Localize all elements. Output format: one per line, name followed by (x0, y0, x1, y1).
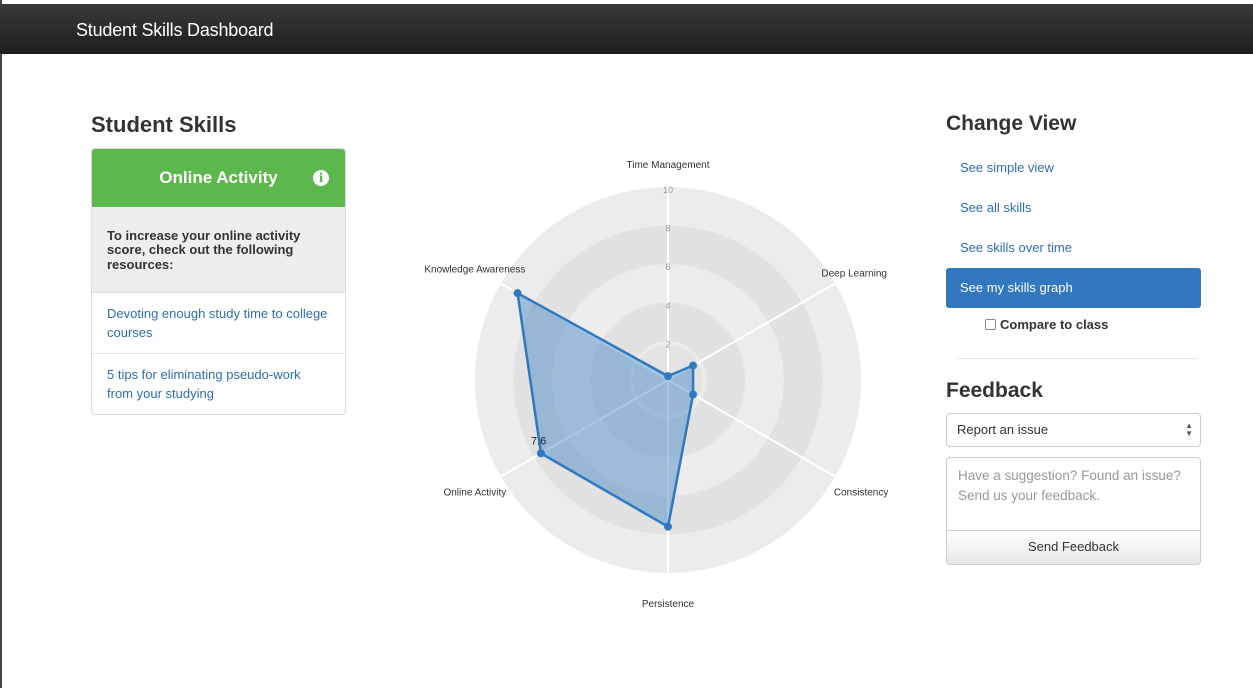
feedback-type-select[interactable]: Report an issue ▲ ▼ (946, 413, 1201, 447)
radar-axis-label: Persistence (642, 599, 695, 610)
nav-skills-over-time[interactable]: See skills over time (946, 228, 1201, 268)
feedback-type-value: Report an issue (957, 422, 1049, 437)
radar-tick-label: 10 (663, 185, 673, 195)
radar-point (689, 390, 698, 399)
brand-title[interactable]: Student Skills Dashboard (76, 20, 274, 41)
radar-data-label: 7.6 (531, 435, 546, 447)
radar-point (513, 289, 522, 298)
radar-point (664, 522, 672, 531)
send-feedback-button[interactable]: Send Feedback (947, 530, 1200, 564)
skill-panel: Online Activity i To increase your onlin… (91, 148, 346, 415)
feedback-textarea[interactable]: Have a suggestion? Found an issue? Send … (958, 466, 1188, 506)
skills-radar-chart: 2 4 6 8 10 Time Management Deep Learning Consi… (424, 160, 888, 610)
radar-point (664, 372, 672, 381)
feedback-heading: Feedback (946, 379, 1043, 402)
radar-point (689, 361, 698, 370)
view-nav: See simple view See all skills See skill… (946, 148, 1201, 308)
radar-tick-label: 8 (665, 224, 670, 234)
skill-panel-header: Online Activity i (92, 149, 345, 207)
radar-axis-label: Deep Learning (821, 269, 887, 280)
nav-all-skills[interactable]: See all skills (946, 188, 1201, 228)
radar-tick-label: 6 (665, 262, 670, 272)
select-arrows-icon: ▲ ▼ (1185, 421, 1193, 438)
skill-panel-title: Online Activity (159, 168, 278, 187)
student-skills-heading: Student Skills (91, 112, 237, 137)
compare-to-class[interactable]: Compare to class (985, 317, 1108, 332)
feedback-form: Have a suggestion? Found an issue? Send … (946, 457, 1201, 565)
radar-axis-label: Online Activity (443, 488, 506, 499)
skill-tip-text: To increase your online activity score, … (92, 207, 345, 293)
nav-simple-view[interactable]: See simple view (946, 148, 1201, 188)
top-navbar: Student Skills Dashboard (0, 4, 1253, 54)
compare-checkbox[interactable] (985, 319, 996, 330)
radar-tick-label: 4 (665, 301, 670, 311)
compare-label: Compare to class (1000, 317, 1109, 332)
radar-axis-label: Consistency (834, 488, 888, 499)
radar-tick-label: 2 (665, 339, 670, 349)
nav-skills-graph[interactable]: See my skills graph (946, 268, 1201, 308)
radar-axis-label: Knowledge Awareness (424, 265, 525, 276)
change-view-heading: Change View (946, 112, 1077, 135)
radar-point (536, 449, 545, 458)
resource-link-study-time[interactable]: Devoting enough study time to college co… (92, 293, 345, 354)
resource-link-pseudo-work[interactable]: 5 tips for eliminating pseudo-work from … (92, 354, 345, 414)
divider (958, 358, 1198, 359)
radar-axis-label: Time Management (627, 160, 710, 171)
info-icon[interactable]: i (313, 170, 329, 186)
